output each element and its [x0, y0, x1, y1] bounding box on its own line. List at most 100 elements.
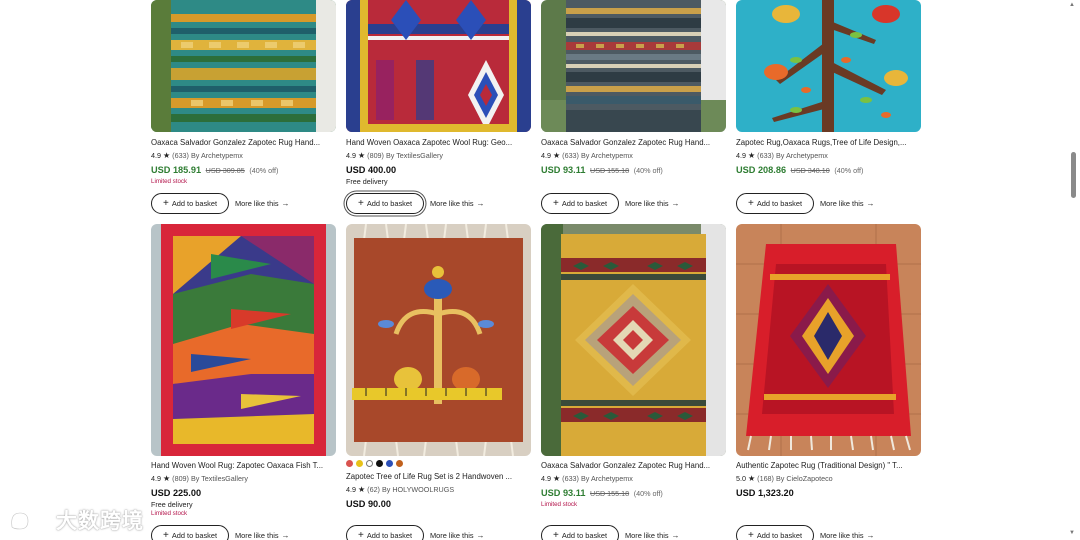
- add-to-basket-label: Add to basket: [366, 531, 413, 540]
- review-count: (809): [172, 474, 189, 483]
- price: USD 225.00: [151, 488, 202, 498]
- more-like-this-link[interactable]: More like this →: [625, 525, 680, 540]
- product-image-diamond-rug[interactable]: [541, 224, 726, 456]
- product-title[interactable]: Oaxaca Salvador Gonzalez Zapotec Rug Han…: [541, 461, 726, 471]
- star-icon: ★: [163, 151, 171, 160]
- discount-percent: (40% off): [834, 166, 864, 175]
- star-icon: ★: [358, 151, 366, 160]
- product-rating: 4.9 ★ (633) By Archetypemx: [541, 151, 633, 160]
- add-to-basket-button[interactable]: + Add to basket: [346, 193, 424, 214]
- add-to-basket-button[interactable]: + Add to basket: [346, 525, 424, 540]
- add-to-basket-button[interactable]: + Add to basket: [151, 525, 229, 540]
- limited-stock-label: Limited stock: [541, 501, 578, 508]
- free-delivery-label: Free delivery: [346, 177, 388, 186]
- price-row: USD 93.11 USD 155.18 (40% off): [541, 165, 663, 176]
- discount-percent: (40% off): [633, 489, 663, 498]
- watermark: 大数跨境: [8, 505, 144, 535]
- more-like-this-link[interactable]: More like this →: [235, 193, 290, 214]
- color-swatches: [346, 460, 403, 467]
- page-scrollbar[interactable]: ▲ ▼: [1069, 0, 1078, 540]
- product-image-striped-grey-rug[interactable]: [541, 0, 726, 132]
- sale-price: USD 93.11: [541, 488, 586, 498]
- product-title[interactable]: Hand Woven Wool Rug: Zapotec Oaxaca Fish…: [151, 461, 336, 471]
- free-delivery-label: Free delivery: [151, 500, 193, 509]
- original-price: USD 309.85: [205, 166, 245, 175]
- star-icon: ★: [748, 474, 756, 483]
- more-like-this-link[interactable]: More like this →: [820, 525, 875, 540]
- more-like-this-label: More like this: [820, 531, 864, 540]
- product-image-fish-rug[interactable]: [151, 224, 336, 456]
- seller-name: By TextilesGallery: [385, 151, 443, 160]
- more-like-this-label: More like this: [235, 199, 279, 208]
- star-icon: ★: [553, 151, 561, 160]
- more-like-this-link[interactable]: More like this →: [820, 193, 875, 214]
- add-to-basket-label: Add to basket: [366, 199, 413, 208]
- color-swatch-yellow: [356, 460, 363, 467]
- product-title[interactable]: Oaxaca Salvador Gonzalez Zapotec Rug Han…: [541, 138, 726, 148]
- arrow-right-icon: →: [476, 199, 485, 208]
- product-rating: 4.9 ★ (633) By Archetypemx: [151, 151, 243, 160]
- review-count: (633): [562, 151, 579, 160]
- rating-score: 4.9: [346, 485, 356, 494]
- product-image-tree-of-life-bird-rug[interactable]: [346, 224, 531, 456]
- product-rating: 4.9 ★ (809) By TextilesGallery: [346, 151, 443, 160]
- original-price: USD 155.18: [590, 489, 630, 498]
- price: USD 1,323.20: [736, 488, 794, 498]
- product-title[interactable]: Zapotec Tree of Life Rug Set is 2 Handwo…: [346, 472, 531, 482]
- rating-score: 4.9: [346, 151, 356, 160]
- seller-name: By HOLYWOOLRUGS: [381, 485, 455, 494]
- more-like-this-link[interactable]: More like this →: [430, 525, 485, 540]
- add-to-basket-button[interactable]: + Add to basket: [541, 525, 619, 540]
- color-swatch-orange: [396, 460, 403, 467]
- more-like-this-label: More like this: [430, 199, 474, 208]
- review-count: (633): [172, 151, 189, 160]
- plus-icon: +: [552, 197, 559, 209]
- product-rating: 4.9 ★ (633) By Archetypemx: [736, 151, 828, 160]
- arrow-right-icon: →: [671, 531, 680, 540]
- scrollbar-thumb[interactable]: [1071, 152, 1076, 198]
- price-row: USD 1,323.20: [736, 488, 794, 499]
- product-title[interactable]: Oaxaca Salvador Gonzalez Zapotec Rug Han…: [151, 138, 336, 148]
- arrow-right-icon: →: [671, 199, 680, 208]
- sale-price: USD 93.11: [541, 165, 586, 175]
- product-title[interactable]: Authentic Zapotec Rug (Traditional Desig…: [736, 461, 921, 471]
- color-swatch-white: [366, 460, 373, 467]
- rating-score: 4.9: [151, 474, 161, 483]
- plus-icon: +: [162, 197, 169, 209]
- original-price: USD 155.18: [590, 166, 630, 175]
- seller-name: By Archetypemx: [580, 151, 633, 160]
- product-image-green-geometric-rug[interactable]: [151, 0, 336, 132]
- product-image-geometric-wool-rug[interactable]: [346, 0, 531, 132]
- product-title[interactable]: Zapotec Rug,Oaxaca Rugs,Tree of Life Des…: [736, 138, 921, 148]
- product-rating: 5.0 ★ (168) By CieloZapoteco: [736, 474, 833, 483]
- original-price: USD 348.10: [790, 166, 830, 175]
- add-to-basket-button[interactable]: + Add to basket: [736, 193, 814, 214]
- star-icon: ★: [748, 151, 756, 160]
- price: USD 400.00: [346, 165, 397, 175]
- product-image-red-traditional-rug[interactable]: [736, 224, 921, 456]
- more-like-this-label: More like this: [625, 199, 669, 208]
- seller-name: By Archetypemx: [775, 151, 828, 160]
- price-row: USD 208.86 USD 348.10 (40% off): [736, 165, 863, 176]
- review-count: (62): [367, 485, 380, 494]
- star-icon: ★: [163, 474, 171, 483]
- scroll-down-icon[interactable]: ▼: [1069, 530, 1075, 536]
- review-count: (809): [367, 151, 384, 160]
- add-to-basket-button[interactable]: + Add to basket: [736, 525, 814, 540]
- seller-name: By TextilesGallery: [190, 474, 248, 483]
- product-rating: 4.9 ★ (809) By TextilesGallery: [151, 474, 248, 483]
- more-like-this-link[interactable]: More like this →: [235, 525, 290, 540]
- price-row: USD 93.11 USD 155.18 (40% off): [541, 488, 663, 499]
- more-like-this-link[interactable]: More like this →: [430, 193, 485, 214]
- product-image-tree-of-life-rug[interactable]: [736, 0, 921, 132]
- add-to-basket-label: Add to basket: [171, 199, 218, 208]
- add-to-basket-button[interactable]: + Add to basket: [541, 193, 619, 214]
- add-to-basket-button[interactable]: + Add to basket: [151, 193, 229, 214]
- plus-icon: +: [552, 529, 559, 540]
- product-title[interactable]: Hand Woven Oaxaca Zapotec Wool Rug: Geo.…: [346, 138, 531, 148]
- more-like-this-link[interactable]: More like this →: [625, 193, 680, 214]
- scroll-up-icon[interactable]: ▲: [1069, 2, 1075, 8]
- add-to-basket-label: Add to basket: [561, 531, 608, 540]
- add-to-basket-label: Add to basket: [756, 531, 803, 540]
- watermark-logo-icon: [10, 510, 48, 531]
